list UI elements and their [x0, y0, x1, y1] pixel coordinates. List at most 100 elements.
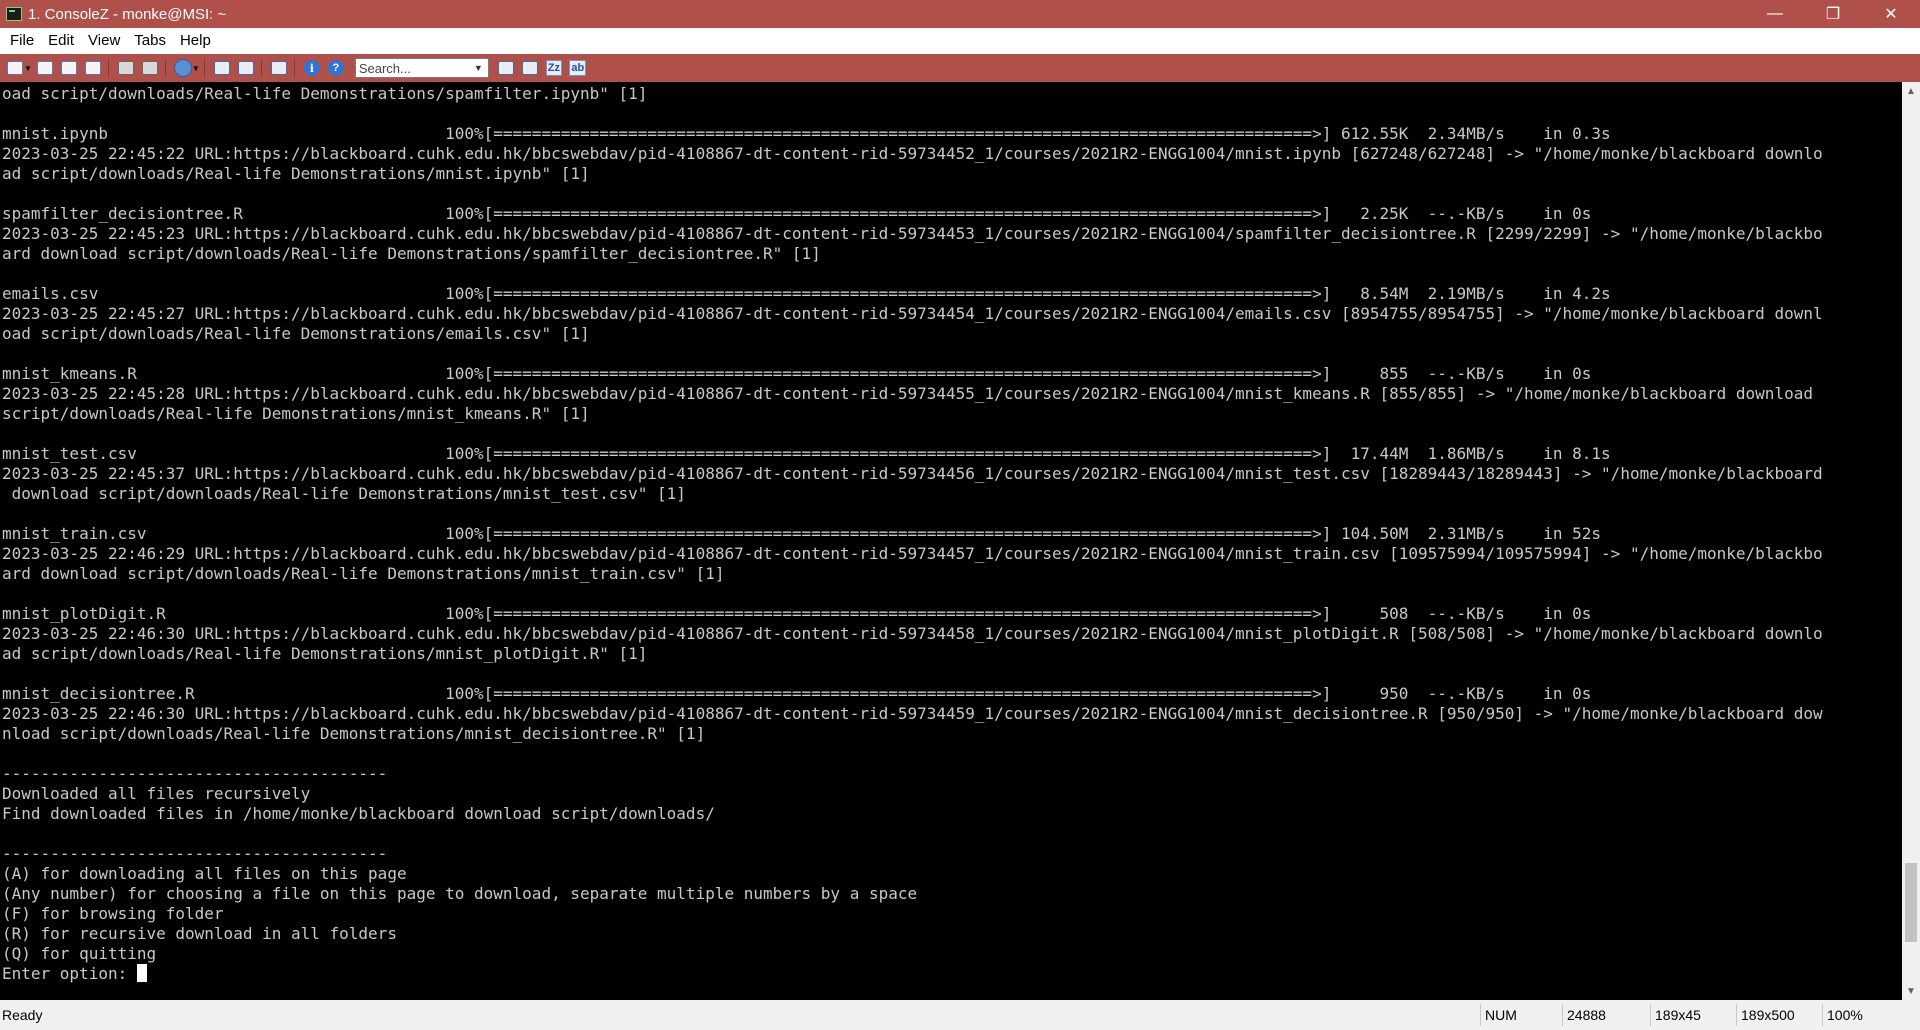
copy-button[interactable] — [115, 58, 137, 78]
terminal-line: mnist_test.csv 100%[====================… — [2, 444, 1611, 463]
toolbar-separator — [107, 59, 109, 77]
whole-word-button[interactable]: ab — [567, 58, 589, 78]
help-icon: ? — [327, 60, 344, 76]
scroll-up-arrow-icon[interactable]: ▲ — [1902, 82, 1920, 100]
clone-tab-button[interactable] — [58, 58, 80, 78]
new-window-button[interactable] — [34, 58, 56, 78]
search-box[interactable]: ▼ — [354, 58, 489, 78]
terminal-line: 2023-03-25 22:45:27 URL:https://blackboa… — [2, 304, 1823, 323]
terminal-prompt-line[interactable]: Enter option: — [2, 964, 1902, 984]
settings-icon — [270, 61, 287, 75]
match-case-icon: Zz — [545, 60, 562, 76]
terminal-line: (R) for recursive download in all folder… — [2, 924, 397, 943]
toolbar-separator — [293, 59, 295, 77]
close-tab-icon — [84, 61, 101, 75]
terminal-line: ard download script/downloads/Real-life … — [2, 244, 821, 263]
terminal-line: Find downloaded files in /home/monke/bla… — [2, 804, 715, 823]
console-app-icon — [6, 7, 22, 21]
info-button[interactable]: i — [301, 58, 323, 78]
prev-match-icon — [497, 61, 514, 75]
terminal-line: script/downloads/Real-life Demonstration… — [2, 404, 590, 423]
rename-tab-icon — [213, 61, 230, 75]
terminal-line: 2023-03-25 22:46:30 URL:https://blackboa… — [2, 624, 1823, 643]
terminal-line: emails.csv 100%[========================… — [2, 284, 1611, 303]
find-prev-button[interactable] — [495, 58, 517, 78]
menu-view[interactable]: View — [81, 28, 127, 54]
terminal-line: mnist_plotDigit.R 100%[=================… — [2, 604, 1592, 623]
close-button[interactable]: ✕ — [1862, 0, 1920, 28]
menu-tabs[interactable]: Tabs — [127, 28, 173, 54]
close-tab-button[interactable] — [82, 58, 104, 78]
vertical-scrollbar[interactable]: ▲ ▼ — [1902, 82, 1920, 1000]
new-tab-dropdown-icon[interactable]: ▼ — [24, 64, 32, 73]
terminal-line: 2023-03-25 22:45:28 URL:https://blackboa… — [2, 384, 1813, 403]
minimize-button[interactable]: — — [1746, 0, 1804, 28]
toolbar: ▼ ▼ i ? ▼ Zz — [0, 54, 1920, 82]
menu-help[interactable]: Help — [173, 28, 218, 54]
status-ready: Ready — [2, 1007, 43, 1023]
status-zoom: 100% — [1822, 1004, 1918, 1026]
status-pid: 24888 — [1562, 1004, 1650, 1026]
detach-tab-button[interactable] — [235, 58, 257, 78]
paste-button[interactable] — [139, 58, 161, 78]
terminal-line: 2023-03-25 22:45:22 URL:https://blackboa… — [2, 144, 1823, 163]
terminal-line: mnist_train.csv 100%[===================… — [2, 524, 1602, 543]
window-title: 1. ConsoleZ - monke@MSI: ~ — [28, 5, 227, 23]
globe-button[interactable] — [172, 58, 194, 78]
search-dropdown-icon[interactable]: ▼ — [474, 63, 483, 73]
terminal-line: 2023-03-25 22:46:30 URL:https://blackboa… — [2, 704, 1823, 723]
terminal-line: (Q) for quitting — [2, 944, 157, 963]
toolbar-separator — [260, 59, 262, 77]
globe-dropdown-icon[interactable]: ▼ — [192, 64, 200, 73]
terminal-line: mnist_decisiontree.R 100%[==============… — [2, 684, 1592, 703]
terminal-line: oad script/downloads/Real-life Demonstra… — [2, 324, 590, 343]
terminal-line: (Any number) for choosing a file on this… — [2, 884, 918, 903]
terminal-view[interactable]: oad script/downloads/Real-life Demonstra… — [0, 82, 1902, 1000]
find-next-button[interactable] — [519, 58, 541, 78]
search-input[interactable] — [355, 59, 474, 77]
terminal-line: nload script/downloads/Real-life Demonst… — [2, 724, 706, 743]
status-cols-rows: 189x45 — [1650, 1004, 1736, 1026]
text-cursor — [136, 964, 147, 982]
menu-file[interactable]: File — [0, 28, 41, 54]
scroll-thumb[interactable] — [1905, 863, 1917, 942]
title-bar[interactable]: 1. ConsoleZ - monke@MSI: ~ — ❐ ✕ — [0, 0, 1920, 28]
help-button[interactable]: ? — [325, 58, 347, 78]
status-bar: Ready NUM 24888 189x45 189x500 100% — [0, 1000, 1920, 1030]
terminal-line: spamfilter_decisiontree.R 100%[=========… — [2, 204, 1592, 223]
terminal-line: mnist.ipynb 100%[=======================… — [2, 124, 1611, 143]
restore-button[interactable]: ❐ — [1804, 0, 1862, 28]
terminal-line: ---------------------------------------- — [2, 844, 388, 863]
terminal-line: (A) for downloading all files on this pa… — [2, 864, 407, 883]
window-controls: — ❐ ✕ — [1746, 0, 1920, 28]
scroll-down-arrow-icon[interactable]: ▼ — [1902, 982, 1920, 1000]
terminal-line: 2023-03-25 22:46:29 URL:https://blackboa… — [2, 544, 1823, 563]
match-case-button[interactable]: Zz — [543, 58, 565, 78]
terminal-line: (F) for browsing folder — [2, 904, 224, 923]
new-tab-button[interactable] — [4, 58, 26, 78]
copy-icon — [117, 61, 134, 75]
terminal-line: Downloaded all files recursively — [2, 784, 311, 803]
terminal-prompt: Enter option: — [2, 964, 137, 983]
menu-edit[interactable]: Edit — [41, 28, 81, 54]
new-tab-icon — [7, 61, 23, 75]
info-icon: i — [303, 60, 320, 76]
next-match-icon — [521, 61, 538, 75]
settings-button[interactable] — [268, 58, 290, 78]
toolbar-separator — [203, 59, 205, 77]
terminal-line: ard download script/downloads/Real-life … — [2, 564, 725, 583]
new-window-icon — [36, 61, 53, 75]
terminal-line: 2023-03-25 22:45:37 URL:https://blackboa… — [2, 464, 1823, 483]
toolbar-separator — [164, 59, 166, 77]
rename-tab-button[interactable] — [211, 58, 233, 78]
terminal-output: oad script/downloads/Real-life Demonstra… — [0, 82, 1902, 984]
